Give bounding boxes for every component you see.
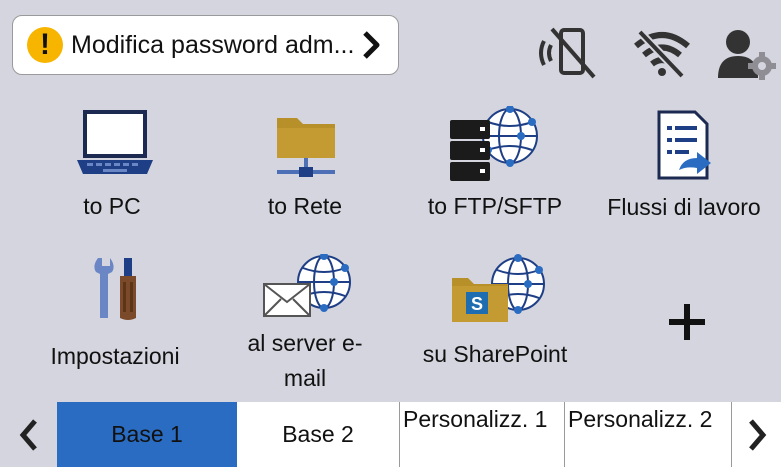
tools-icon	[94, 258, 136, 320]
app-label: to FTP/SFTP	[427, 193, 563, 219]
tab-base-1[interactable]: Base 1	[57, 402, 237, 467]
tab-personalizz-2[interactable]: Personalizz. 2	[564, 402, 731, 467]
email-server-icon	[263, 254, 351, 317]
app-label: to Rete	[267, 193, 343, 219]
add-shortcut-button[interactable]	[603, 296, 773, 346]
admin-password-alert-button[interactable]: ! Modifica password adm...	[12, 15, 399, 75]
workflow-icon	[657, 110, 711, 180]
scan-home-screen: ! Modifica password adm... to PC to Rete…	[0, 0, 781, 467]
tab-next-button[interactable]	[731, 402, 781, 467]
network-folder-icon	[277, 118, 335, 177]
add-icon	[669, 304, 705, 340]
ftp-server-icon	[450, 106, 538, 181]
app-to-pc[interactable]: to PC	[27, 106, 197, 226]
laptop-icon	[77, 110, 153, 174]
tab-prev-button[interactable]	[0, 402, 57, 467]
chevron-left-icon	[19, 418, 37, 451]
tab-personalizz-1[interactable]: Personalizz. 1	[399, 402, 564, 467]
app-impostazioni[interactable]: Impostazioni	[30, 256, 200, 376]
chevron-right-icon	[363, 31, 380, 59]
nfc-off-icon[interactable]	[538, 27, 600, 79]
app-su-sharepoint[interactable]: S su SharePoint	[410, 254, 580, 384]
tab-label: Base 2	[282, 421, 354, 447]
svg-text:S: S	[471, 294, 483, 314]
app-al-server-email[interactable]: al server e-mail	[220, 254, 390, 394]
app-label: al server e-mail	[247, 330, 363, 391]
app-flussi-di-lavoro[interactable]: Flussi di lavoro	[599, 106, 769, 246]
app-label: su SharePoint	[422, 341, 568, 367]
app-label: Impostazioni	[50, 343, 180, 369]
user-settings-icon[interactable]	[718, 26, 776, 80]
alert-text: Modifica password adm...	[71, 30, 355, 59]
tab-label: Base 1	[111, 421, 183, 447]
chevron-right-icon	[748, 418, 766, 451]
app-to-ftp-sftp[interactable]: to FTP/SFTP	[410, 106, 580, 226]
app-label: Flussi di lavoro	[607, 194, 761, 220]
tab-base-2[interactable]: Base 2	[237, 402, 399, 467]
tab-label: Personalizz. 2	[568, 406, 713, 432]
sharepoint-icon: S	[452, 254, 545, 322]
warning-icon: !	[27, 27, 63, 63]
tab-label: Personalizz. 1	[403, 406, 548, 432]
wifi-off-icon[interactable]	[632, 28, 692, 78]
app-to-rete[interactable]: to Rete	[220, 106, 390, 226]
app-label: to PC	[83, 193, 141, 219]
